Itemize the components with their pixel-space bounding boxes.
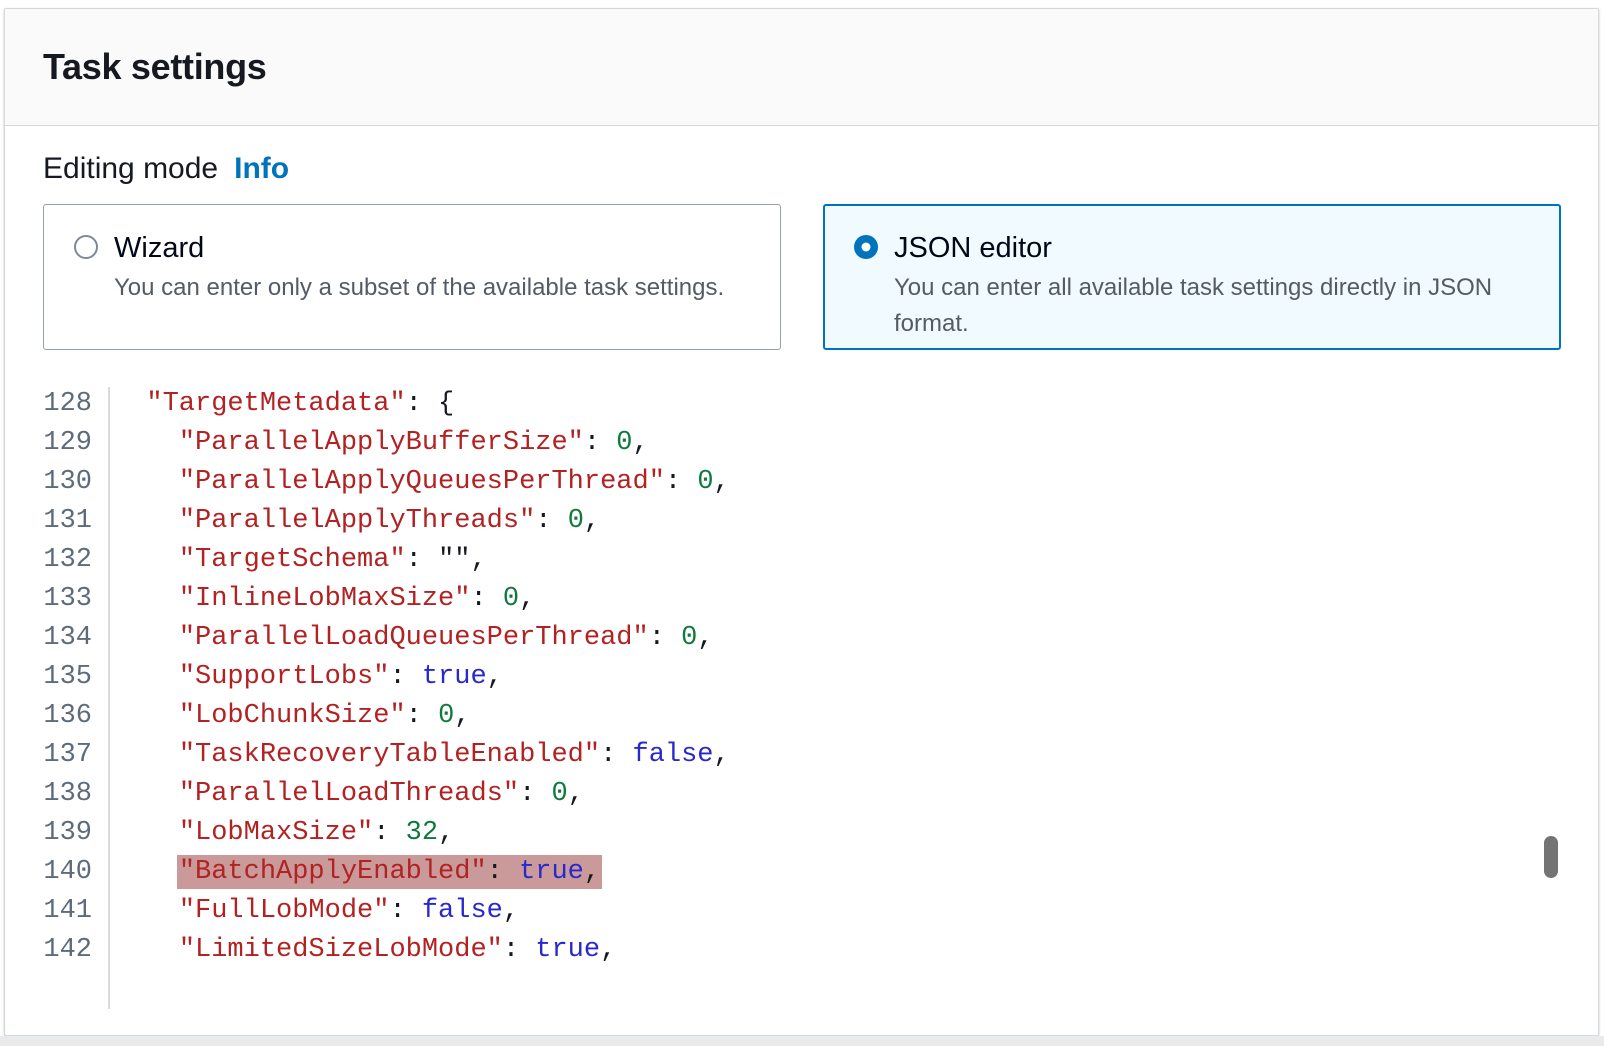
line-number: 129 [5, 424, 102, 463]
editor-scrollbar-thumb[interactable] [1544, 836, 1558, 878]
code-text: "ParallelLoadThreads": 0, [102, 775, 584, 814]
code-line-141[interactable]: 141 "FullLobMode": false, [5, 892, 1561, 931]
line-number: 135 [5, 658, 102, 697]
editing-mode-options: Wizard You can enter only a subset of th… [43, 204, 1561, 350]
task-settings-panel: Task settings Editing mode Info Wizard Yo… [4, 8, 1599, 1036]
panel-header: Task settings [5, 9, 1598, 126]
line-number: 132 [5, 541, 102, 580]
code-text: "ParallelApplyQueuesPerThread": 0, [102, 463, 730, 502]
page: Task settings Editing mode Info Wizard Yo… [0, 0, 1604, 1046]
code-lines-container: 128 "TargetMetadata": {129 "ParallelAppl… [5, 385, 1561, 970]
code-line-132[interactable]: 132 "TargetSchema": "", [5, 541, 1561, 580]
gutter-divider [108, 387, 110, 1009]
wizard-option-description: You can enter only a subset of the avail… [114, 270, 762, 306]
code-line-139[interactable]: 139 "LobMaxSize": 32, [5, 814, 1561, 853]
code-line-128[interactable]: 128 "TargetMetadata": { [5, 385, 1561, 424]
page-background-strip [0, 1036, 1604, 1046]
line-number: 128 [5, 385, 102, 424]
code-text: "ParallelApplyBufferSize": 0, [102, 424, 649, 463]
info-link[interactable]: Info [234, 152, 289, 185]
code-line-134[interactable]: 134 "ParallelLoadQueuesPerThread": 0, [5, 619, 1561, 658]
line-number: 141 [5, 892, 102, 931]
wizard-option-tile[interactable]: Wizard You can enter only a subset of th… [43, 204, 781, 350]
code-line-130[interactable]: 130 "ParallelApplyQueuesPerThread": 0, [5, 463, 1561, 502]
line-number: 137 [5, 736, 102, 775]
code-text: "ParallelLoadQueuesPerThread": 0, [102, 619, 714, 658]
json-editor-radio-button[interactable] [854, 235, 878, 259]
line-number: 133 [5, 580, 102, 619]
line-number: 131 [5, 502, 102, 541]
code-line-131[interactable]: 131 "ParallelApplyThreads": 0, [5, 502, 1561, 541]
code-text: "FullLobMode": false, [102, 892, 519, 931]
wizard-radio-button[interactable] [74, 235, 98, 259]
code-line-138[interactable]: 138 "ParallelLoadThreads": 0, [5, 775, 1561, 814]
line-number: 136 [5, 697, 102, 736]
line-number: 130 [5, 463, 102, 502]
line-number: 138 [5, 775, 102, 814]
json-editor-option-description: You can enter all available task setting… [894, 270, 1542, 342]
line-number: 134 [5, 619, 102, 658]
code-text: "LimitedSizeLobMode": true, [102, 931, 616, 970]
code-line-135[interactable]: 135 "SupportLobs": true, [5, 658, 1561, 697]
panel-title: Task settings [43, 46, 267, 88]
code-text: "TargetMetadata": { [102, 385, 454, 424]
editing-mode-field: Editing mode Info [43, 152, 289, 186]
line-number: 142 [5, 931, 102, 970]
json-code-editor[interactable]: 128 "TargetMetadata": {129 "ParallelAppl… [5, 385, 1561, 1017]
line-number: 139 [5, 814, 102, 853]
code-text: "ParallelApplyThreads": 0, [102, 502, 600, 541]
json-editor-option-tile[interactable]: JSON editor You can enter all available … [823, 204, 1561, 350]
code-text: "SupportLobs": true, [102, 658, 503, 697]
code-text: "InlineLobMaxSize": 0, [102, 580, 535, 619]
line-number: 140 [5, 853, 102, 892]
code-line-129[interactable]: 129 "ParallelApplyBufferSize": 0, [5, 424, 1561, 463]
code-text: "BatchApplyEnabled": true, [102, 853, 600, 892]
json-editor-option-label: JSON editor [894, 231, 1548, 265]
code-line-142[interactable]: 142 "LimitedSizeLobMode": true, [5, 931, 1561, 970]
code-line-140[interactable]: 140 "BatchApplyEnabled": true, [5, 853, 1561, 892]
code-line-137[interactable]: 137 "TaskRecoveryTableEnabled": false, [5, 736, 1561, 775]
editing-mode-label: Editing mode [43, 152, 218, 185]
code-text: "LobMaxSize": 32, [102, 814, 454, 853]
code-line-136[interactable]: 136 "LobChunkSize": 0, [5, 697, 1561, 736]
code-line-133[interactable]: 133 "InlineLobMaxSize": 0, [5, 580, 1561, 619]
highlighted-code: "BatchApplyEnabled": true, [179, 857, 600, 887]
code-text: "TaskRecoveryTableEnabled": false, [102, 736, 730, 775]
code-text: "LobChunkSize": 0, [102, 697, 470, 736]
wizard-option-label: Wizard [114, 231, 768, 265]
code-text: "TargetSchema": "", [102, 541, 487, 580]
